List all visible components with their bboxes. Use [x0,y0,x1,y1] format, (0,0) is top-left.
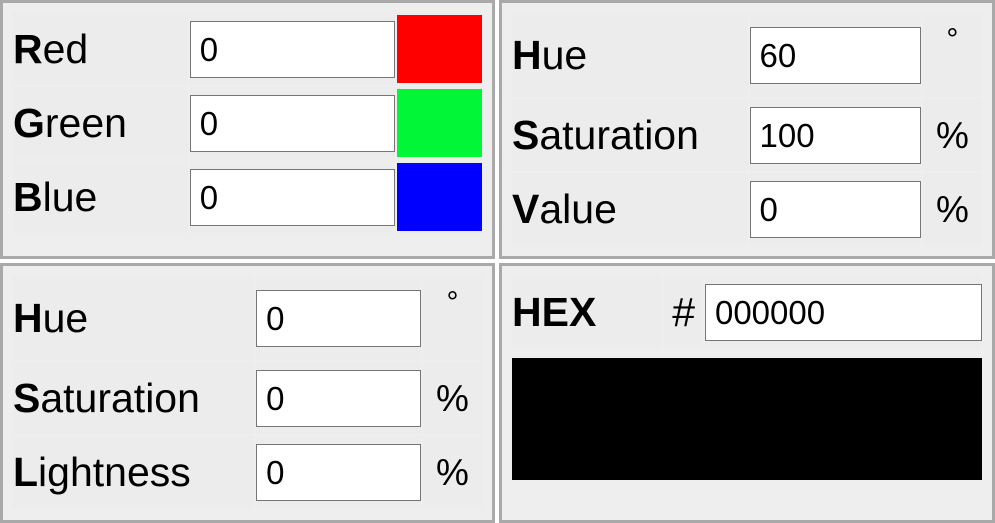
accesskey-letter: R [13,25,43,72]
rgb-blue-swatch-cell [396,161,482,233]
accesskey-letter: B [13,173,43,220]
table-row: Value 0 % [512,173,982,245]
green-input[interactable]: 0 [189,94,395,152]
table-row: Blue 0 [13,161,482,233]
label-rest: reen [44,99,127,146]
table-row: Green 0 [13,87,482,159]
accesskey-letter: G [13,99,45,146]
hex-preview-wrap [510,350,984,480]
hex-field-table: HEX # 000000 [510,274,984,350]
accesskey-letter: S [512,111,540,158]
table-row: HEX # 000000 [512,276,982,348]
hsv-value-unit-percent: % [922,173,982,245]
hsl-hue-input-cell: 0 [256,276,421,360]
table-row: Lightness 0 % [13,436,482,508]
hsl-label-hue: Hue [13,276,255,360]
table-row: Red 0 [13,13,482,85]
rgb-label-blue: Blue [13,161,188,233]
hex-panel: HEX # 000000 [499,263,995,523]
hex-hash-symbol: # [664,276,703,348]
hsl-saturation-unit-percent: % [422,362,482,434]
table-row: Saturation 0 % [13,362,482,434]
red-input[interactable]: 0 [189,20,395,78]
hsl-lightness-input[interactable]: 0 [256,443,421,501]
hsv-label-saturation: Saturation [512,99,748,171]
hsv-panel: Hue 60 ° Saturation 100 % Value 0 % [499,0,995,259]
hsv-saturation-input-cell: 100 [749,99,921,171]
blue-input[interactable]: 0 [189,168,395,226]
hsl-panel: Hue 0 ° Saturation 0 % Lightness 0 % [0,263,495,523]
label-rest: ightness [38,448,191,495]
hsv-saturation-input[interactable]: 100 [749,106,921,164]
color-picker-grid: Red 0 Green 0 Blue 0 Hue 60 ° Saturation… [0,0,995,523]
hsv-value-input[interactable]: 0 [749,180,921,238]
label-rest: ue [541,31,588,78]
hex-input-cell: 000000 [704,276,982,348]
rgb-field-table: Red 0 Green 0 Blue 0 [11,11,484,235]
label-rest: aturation [539,111,699,158]
accesskey-letter: V [512,185,540,232]
rgb-blue-input-cell: 0 [189,161,395,233]
hsl-saturation-input-cell: 0 [256,362,421,434]
hsv-label-hue: Hue [512,13,748,97]
label-rest: ue [42,294,89,341]
hsl-lightness-input-cell: 0 [256,436,421,508]
hsl-hue-input[interactable]: 0 [256,289,421,347]
rgb-label-red: Red [13,13,188,85]
rgb-panel: Red 0 Green 0 Blue 0 [0,0,495,259]
label-rest: aturation [40,374,200,421]
hsv-value-input-cell: 0 [749,173,921,245]
accesskey-letter: S [13,374,41,421]
table-row: Hue 0 ° [13,276,482,360]
red-swatch [396,15,482,83]
label-rest: alue [539,185,617,232]
rgb-label-green: Green [13,87,188,159]
hsv-label-value: Value [512,173,748,245]
label-rest: lue [42,173,98,220]
rgb-green-swatch-cell [396,87,482,159]
hsv-hue-unit-degree: ° [922,13,982,97]
hsl-hue-unit-degree: ° [422,276,482,360]
accesskey-letter: L [13,448,39,495]
table-row: Hue 60 ° [512,13,982,97]
hsv-saturation-unit-percent: % [922,99,982,171]
rgb-red-swatch-cell [396,13,482,85]
label-rest: ed [42,25,89,72]
hsl-lightness-unit-percent: % [422,436,482,508]
hex-input[interactable]: 000000 [704,283,982,341]
color-preview-swatch [512,358,982,480]
hsv-hue-input-cell: 60 [749,13,921,97]
hex-label: HEX [512,276,663,348]
rgb-green-input-cell: 0 [189,87,395,159]
accesskey-letter: H [13,294,43,341]
green-swatch [396,89,482,157]
hsl-label-lightness: Lightness [13,436,255,508]
hsl-label-saturation: Saturation [13,362,255,434]
blue-swatch [396,163,482,231]
hsl-saturation-input[interactable]: 0 [256,369,421,427]
rgb-red-input-cell: 0 [189,13,395,85]
hsl-field-table: Hue 0 ° Saturation 0 % Lightness 0 % [11,274,484,510]
accesskey-letter: H [512,31,542,78]
table-row: Saturation 100 % [512,99,982,171]
hsv-hue-input[interactable]: 60 [749,26,921,84]
hsv-field-table: Hue 60 ° Saturation 100 % Value 0 % [510,11,984,247]
